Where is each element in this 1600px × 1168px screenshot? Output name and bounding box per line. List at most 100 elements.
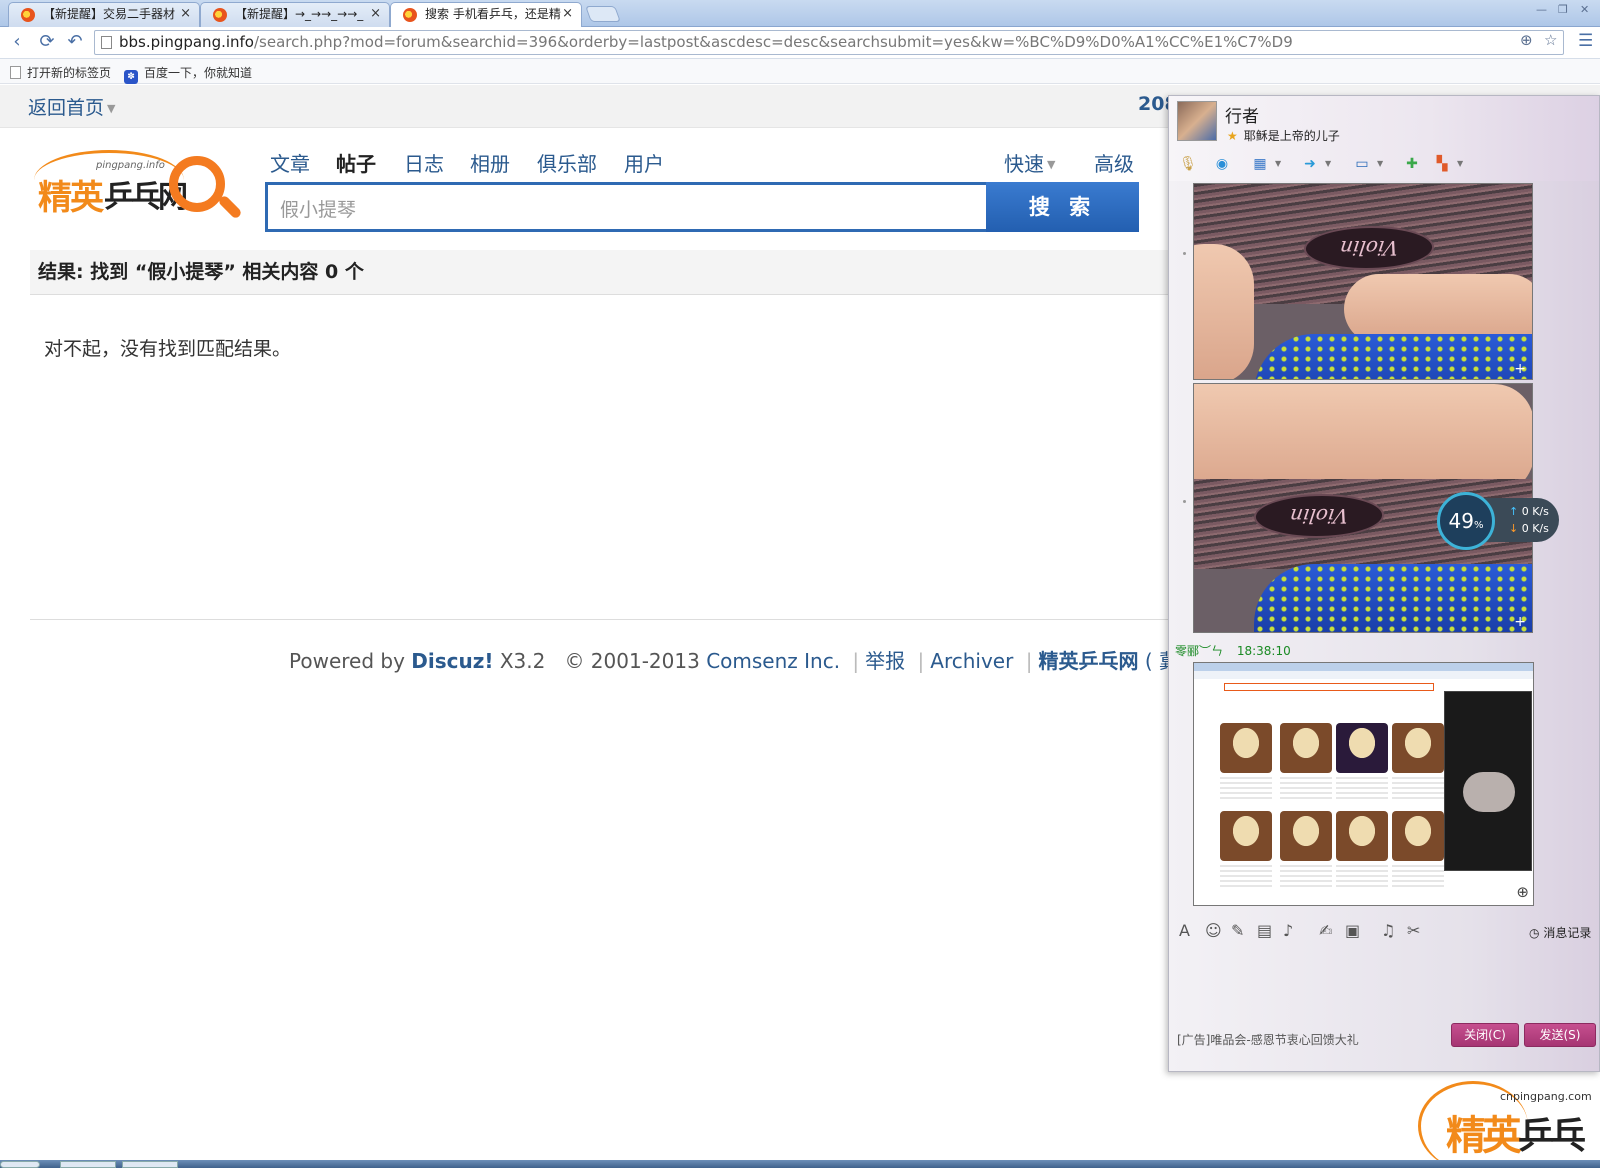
thumb-hand — [1463, 772, 1515, 812]
new-tab-button[interactable] — [585, 6, 621, 22]
close-tab-icon[interactable]: × — [562, 3, 573, 25]
photo-shoe — [1254, 334, 1532, 379]
apps-icon[interactable]: ▚ ▼ — [1431, 154, 1464, 174]
image-icon[interactable]: ▣ — [1345, 921, 1360, 940]
emoji-icon[interactable]: ☺ — [1205, 921, 1222, 940]
undo-icon[interactable]: ↶ — [64, 31, 86, 53]
thumb-toolbar — [1194, 671, 1533, 679]
tab-articles[interactable]: 文章 — [270, 148, 310, 177]
site-logo[interactable]: pingpang.info 精英 乒乓网 — [34, 150, 243, 224]
site-favicon-icon — [403, 8, 417, 22]
upload-arrow-icon: ↑ — [1509, 505, 1519, 518]
clip-icon[interactable]: ▤ — [1257, 921, 1272, 940]
url-path: /search.php?mod=forum&searchid=396&order… — [254, 33, 1293, 51]
chat-ad-link[interactable]: [广告]唯品会-感恩节衷心回馈大礼 — [1177, 1031, 1359, 1048]
chat-contact-status: ★ 耶稣是上帝的儿子 — [1227, 127, 1340, 144]
chat-window[interactable]: 行者 ★ 耶稣是上帝的儿子 🎙 ◉ ▦ ▼ ➜ ▼ ▭ ▼ ✚ ▚ ▼ Violin + … — [1168, 95, 1600, 1072]
search-type-tabs: 文章 帖子 日志 相册 俱乐部 用户 快速 ▼ 高级 — [270, 148, 1150, 190]
archiver-link[interactable]: Archiver — [930, 649, 1013, 673]
browser-tab[interactable]: 【新提醒】→_→→_→→_ × — [200, 2, 390, 27]
message-meta: 零郦︶ㄣ 18:38:10 — [1175, 642, 1291, 659]
comsenz-link[interactable]: Comsenz Inc. — [706, 649, 840, 673]
webcam-icon[interactable]: ◉ — [1211, 154, 1233, 174]
page-icon — [101, 36, 112, 49]
message-history-link[interactable]: ◷ 消息记录 — [1529, 924, 1591, 941]
send-file-icon[interactable]: ➜ ▼ — [1299, 154, 1331, 174]
screen-share-icon[interactable]: ▦ ▼ — [1249, 154, 1281, 174]
bookmark-item[interactable]: 打开新的标签页 — [10, 64, 111, 81]
usage-percent: 49 — [1448, 509, 1474, 533]
network-speed-widget[interactable]: ↑ 0 K/s ↓ 0 K/s 49% — [1437, 492, 1559, 550]
close-tab-icon[interactable]: × — [370, 3, 381, 25]
browser-tab[interactable]: 【新提醒】交易二手器材 × — [8, 2, 200, 27]
message-time: 18:38:10 — [1236, 644, 1291, 658]
font-icon[interactable]: A — [1179, 921, 1190, 940]
search-input-value: 假小提琴 — [280, 199, 357, 221]
upload-rate: ↑ 0 K/s — [1509, 503, 1559, 520]
chat-photo[interactable]: Violin + — [1193, 183, 1533, 380]
send-button[interactable]: 发送(S) — [1524, 1023, 1596, 1047]
thumb-product — [1392, 723, 1444, 773]
expand-icon[interactable]: + — [1514, 614, 1526, 630]
discuz-link[interactable]: Discuz! — [411, 649, 493, 673]
bookmark-label: 打开新的标签页 — [27, 66, 112, 80]
footer-powered: Powered by — [289, 649, 405, 673]
tab-posts[interactable]: 帖子 — [336, 148, 376, 190]
thumb-product — [1220, 723, 1272, 773]
microphone-icon[interactable]: 🎙 — [1177, 154, 1199, 174]
watermark-text-main: 精英 — [1446, 1113, 1522, 1159]
tab-clubs[interactable]: 俱乐部 — [537, 148, 597, 177]
close-window-icon[interactable]: ✕ — [1580, 3, 1589, 16]
close-button[interactable]: 关闭(C) — [1451, 1023, 1519, 1047]
advanced-search-link[interactable]: 高级 — [1094, 148, 1134, 177]
baidu-paw-icon: ✽ — [124, 70, 138, 84]
site-favicon-icon — [21, 8, 35, 22]
maximize-icon[interactable]: ❐ — [1558, 3, 1568, 16]
zoom-in-icon[interactable]: ⊕ — [1516, 883, 1529, 901]
chat-screenshot-image[interactable]: ⊕ — [1193, 662, 1534, 906]
tab-albums[interactable]: 相册 — [470, 148, 510, 177]
browser-tab-active[interactable]: 搜索 手机看乒乓，还是精 × — [390, 2, 582, 28]
avatar[interactable] — [1177, 101, 1217, 141]
browser-tab-bar: 【新提醒】交易二手器材 × 【新提醒】→_→→_→→_ × 搜索 手机看乒乓，还… — [0, 0, 1600, 28]
thumb-text — [1220, 865, 1272, 889]
magic-icon[interactable]: ✎ — [1231, 921, 1244, 940]
thumb-text — [1336, 865, 1388, 889]
home-link[interactable]: 返回首页 ▼ — [28, 93, 115, 120]
report-link[interactable]: 举报 — [865, 649, 905, 673]
music-icon[interactable]: ♫ — [1381, 921, 1395, 940]
taskbar-item[interactable] — [122, 1161, 178, 1168]
remote-desktop-icon[interactable]: ▭ ▼ — [1351, 154, 1383, 174]
minimize-icon[interactable]: — — [1536, 3, 1547, 16]
footer-divider — [30, 619, 1170, 620]
tab-blogs[interactable]: 日志 — [404, 148, 444, 177]
search-button[interactable]: 搜 索 — [986, 182, 1139, 232]
home-link-label: 返回首页 — [28, 97, 105, 119]
no-result-message: 对不起，没有找到匹配结果。 — [44, 338, 292, 360]
star-icon[interactable]: ☆ — [1544, 31, 1557, 49]
back-icon[interactable]: ‹ — [6, 31, 28, 53]
footer-copyright: © 2001-2013 — [564, 649, 700, 673]
taskbar-item[interactable] — [60, 1161, 116, 1168]
refresh-icon[interactable]: ⟳ — [36, 31, 58, 53]
edit-icon[interactable]: ✍ — [1319, 921, 1332, 940]
start-button[interactable] — [0, 1161, 40, 1168]
site-name-link[interactable]: 精英乒乓网 — [1038, 649, 1138, 673]
site-favicon-icon — [213, 8, 227, 22]
quick-search-dropdown[interactable]: 快速 ▼ — [1004, 148, 1055, 177]
voice-icon[interactable]: ♪ — [1283, 921, 1293, 940]
message-bullet — [1183, 500, 1186, 503]
url-host: bbs.pingpang.info — [119, 33, 254, 51]
expand-icon[interactable]: + — [1514, 361, 1526, 377]
zoom-icon[interactable]: ⊕ — [1520, 31, 1533, 49]
bookmark-item[interactable]: ✽ 百度一下，你就知道 — [124, 64, 252, 84]
address-bar[interactable]: bbs.pingpang.info/search.php?mod=forum&s… — [94, 30, 1564, 55]
thumb-product — [1280, 811, 1332, 861]
screenshot-scissors-icon[interactable]: ✂ — [1407, 921, 1420, 940]
tab-users[interactable]: 用户 — [624, 148, 664, 177]
history-label: 消息记录 — [1543, 926, 1592, 940]
close-tab-icon[interactable]: × — [180, 3, 191, 25]
add-group-icon[interactable]: ✚ — [1401, 154, 1423, 174]
menu-icon[interactable]: ☰ — [1578, 31, 1593, 51]
thumb-text — [1220, 777, 1272, 801]
